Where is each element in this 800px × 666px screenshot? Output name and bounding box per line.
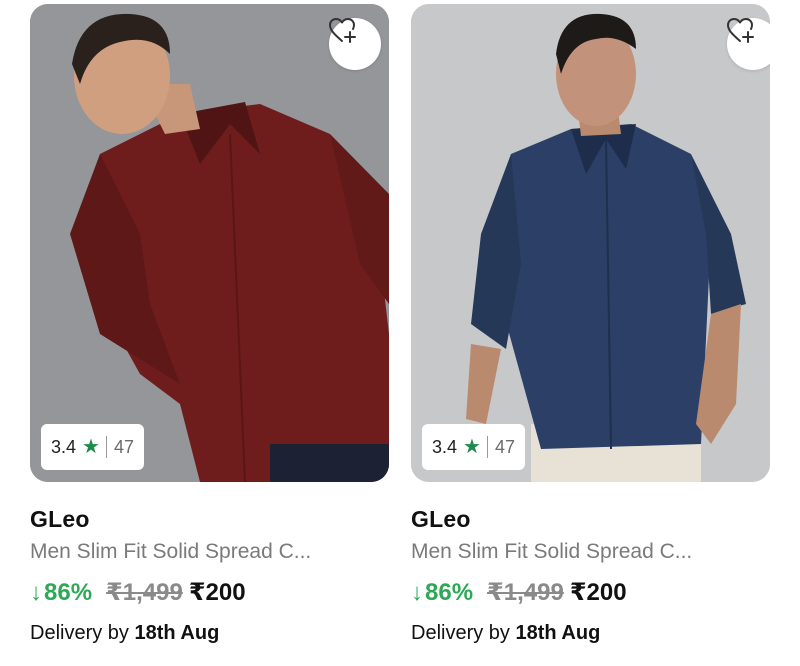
product-title[interactable]: Men Slim Fit Solid Spread C...: [411, 540, 692, 564]
price-row: ↓ 86% ₹1,499 ₹200: [30, 578, 246, 607]
rating-divider: [105, 436, 107, 458]
product-card[interactable]: 3.4 ★ 47 GLeo Men Slim Fit Solid Spread …: [411, 0, 771, 666]
discount-badge: ↓ 86%: [30, 579, 92, 607]
discount-badge: ↓ 86%: [411, 579, 473, 607]
mrp-price: ₹1,499: [106, 579, 183, 606]
wishlist-button[interactable]: [727, 18, 770, 70]
product-card[interactable]: 3.4 ★ 47 GLeo Men Slim Fit Solid Spread …: [30, 0, 390, 666]
model-photo: [411, 4, 770, 482]
heart-plus-icon: [329, 18, 356, 43]
discount-percent: 86%: [425, 579, 474, 606]
delivery-prefix: Delivery by: [30, 622, 135, 644]
sale-price: ₹200: [188, 579, 246, 606]
mrp-price: ₹1,499: [487, 579, 564, 606]
rating-count: 47: [113, 436, 134, 457]
product-brand: GLeo: [411, 506, 471, 532]
discount-percent: 86%: [44, 579, 93, 606]
star-icon: ★: [82, 436, 100, 458]
price-row: ↓ 86% ₹1,499 ₹200: [411, 578, 627, 607]
rating-divider: [486, 436, 488, 458]
rating-badge: 3.4 ★ 47: [41, 424, 144, 470]
delivery-date: 18th Aug: [515, 622, 601, 644]
delivery-info: Delivery by 18th Aug: [30, 622, 219, 645]
product-brand: GLeo: [30, 506, 90, 532]
star-icon: ★: [463, 436, 481, 458]
rating-value: 3.4: [51, 436, 77, 457]
wishlist-button[interactable]: [329, 18, 381, 70]
rating-count: 47: [494, 436, 515, 457]
model-photo: [30, 4, 389, 482]
product-image[interactable]: 3.4 ★ 47: [411, 4, 770, 482]
down-arrow-icon: ↓: [411, 579, 423, 606]
rating-value: 3.4: [432, 436, 458, 457]
heart-plus-icon: [727, 18, 754, 43]
product-image[interactable]: 3.4 ★ 47: [30, 4, 389, 482]
rating-badge: 3.4 ★ 47: [422, 424, 525, 470]
delivery-info: Delivery by 18th Aug: [411, 622, 600, 645]
sale-price: ₹200: [569, 579, 627, 606]
delivery-prefix: Delivery by: [411, 622, 516, 644]
delivery-date: 18th Aug: [134, 622, 220, 644]
product-grid: 3.4 ★ 47 GLeo Men Slim Fit Solid Spread …: [0, 0, 800, 666]
down-arrow-icon: ↓: [30, 579, 42, 606]
product-title[interactable]: Men Slim Fit Solid Spread C...: [30, 540, 311, 564]
